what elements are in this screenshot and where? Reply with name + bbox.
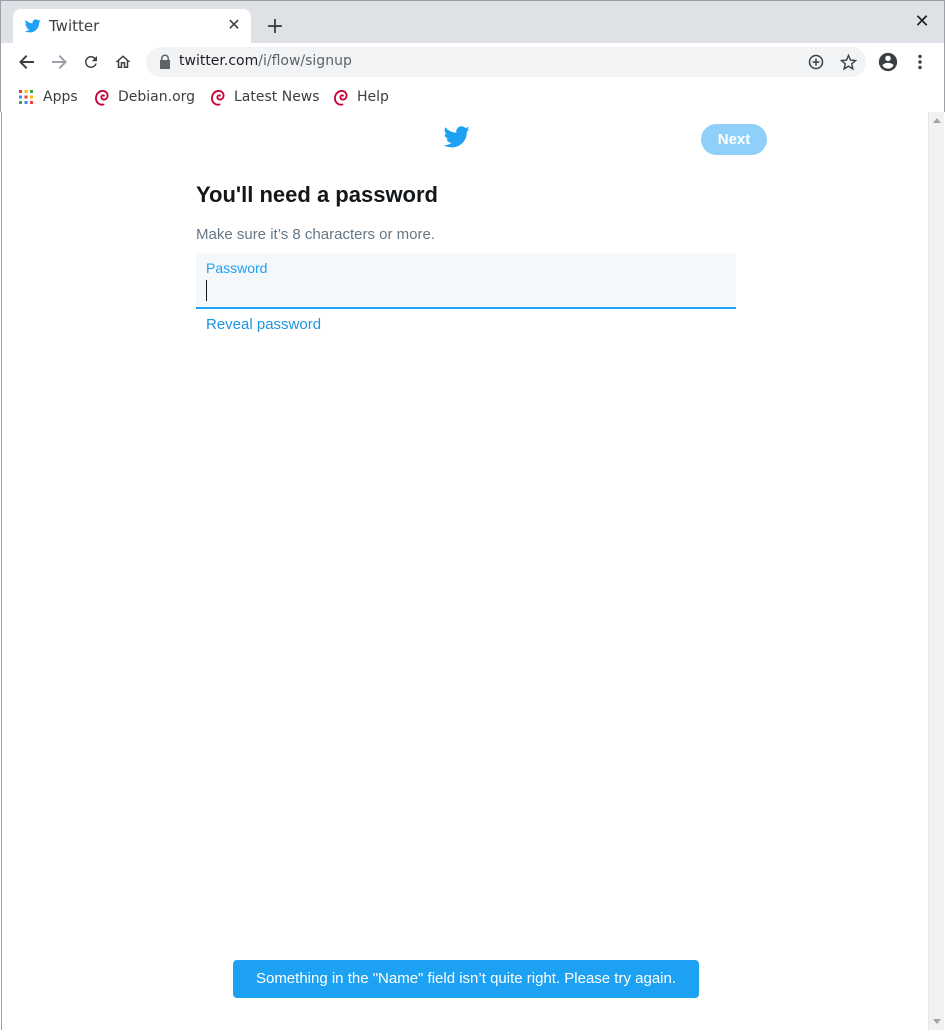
url-text: twitter.com/i/flow/signup [179, 53, 352, 69]
reload-icon [84, 55, 97, 68]
window-close-button[interactable]: ✕ [912, 12, 932, 32]
reload-button[interactable] [78, 49, 104, 75]
arrow-left-icon [19, 55, 34, 69]
menu-button[interactable] [907, 49, 933, 75]
add-to-page-button[interactable] [806, 52, 826, 72]
bookmark-help[interactable]: Help [333, 85, 389, 109]
url-host: twitter.com [179, 53, 259, 69]
back-button[interactable] [14, 49, 40, 75]
profile-button[interactable] [875, 49, 901, 75]
bookmark-apps[interactable]: Apps [18, 85, 78, 109]
twitter-bird-icon [444, 126, 470, 148]
debian-swirl-icon [334, 89, 348, 106]
twitter-favicon-icon [25, 19, 41, 33]
tab-title: Twitter [49, 17, 100, 35]
scroll-down-arrow-icon[interactable] [933, 1019, 941, 1024]
bookmark-star-button[interactable] [838, 52, 858, 72]
page-scrollbar[interactable] [928, 112, 944, 1030]
forward-button[interactable] [46, 49, 72, 75]
debian-swirl-icon [95, 89, 109, 106]
bookmark-latest-news[interactable]: Latest News [210, 85, 320, 109]
text-caret [206, 280, 207, 301]
account-circle-icon [878, 52, 898, 72]
bookmark-label: Debian.org [118, 89, 196, 105]
password-hint: Make sure it’s 8 characters or more. [196, 226, 435, 243]
password-field-label: Password [206, 260, 268, 276]
address-bar[interactable]: twitter.com/i/flow/signup [146, 47, 866, 77]
home-icon [115, 55, 131, 68]
more-vert-icon [918, 54, 922, 70]
browser-toolbar: twitter.com/i/flow/signup [1, 43, 944, 81]
error-toast: Something in the "Name" field isn’t quit… [233, 960, 699, 998]
page-title: You'll need a password [196, 182, 438, 207]
arrow-right-icon [52, 55, 67, 69]
debian-swirl-icon [211, 89, 225, 106]
bookmark-debian[interactable]: Debian.org [94, 85, 195, 109]
tab-strip: Twitter ✕ + ✕ [1, 1, 944, 43]
apps-grid-icon [19, 90, 33, 104]
home-button[interactable] [110, 49, 136, 75]
plus-circle-icon [808, 54, 824, 70]
reveal-password-link[interactable]: Reveal password [206, 316, 321, 333]
tab-twitter[interactable]: Twitter ✕ [13, 9, 251, 43]
next-button[interactable]: Next [701, 124, 767, 155]
lock-icon [160, 54, 170, 69]
new-tab-button[interactable]: + [263, 15, 287, 39]
tab-close-icon[interactable]: ✕ [225, 16, 243, 34]
browser-chrome: Twitter ✕ + ✕ twitter.com/i/flow/signup [0, 0, 945, 113]
bookmark-label: Latest News [234, 89, 320, 105]
url-path: /i/flow/signup [258, 53, 352, 69]
scroll-up-arrow-icon[interactable] [933, 118, 941, 123]
star-icon [839, 53, 857, 70]
bookmarks-bar: Apps Debian.org Latest News Help [1, 81, 944, 113]
bookmark-label: Help [357, 89, 389, 105]
page-viewport: Next You'll need a password Make sure it… [1, 112, 944, 1030]
bookmark-label: Apps [43, 89, 78, 105]
password-field[interactable]: Password [196, 253, 736, 309]
